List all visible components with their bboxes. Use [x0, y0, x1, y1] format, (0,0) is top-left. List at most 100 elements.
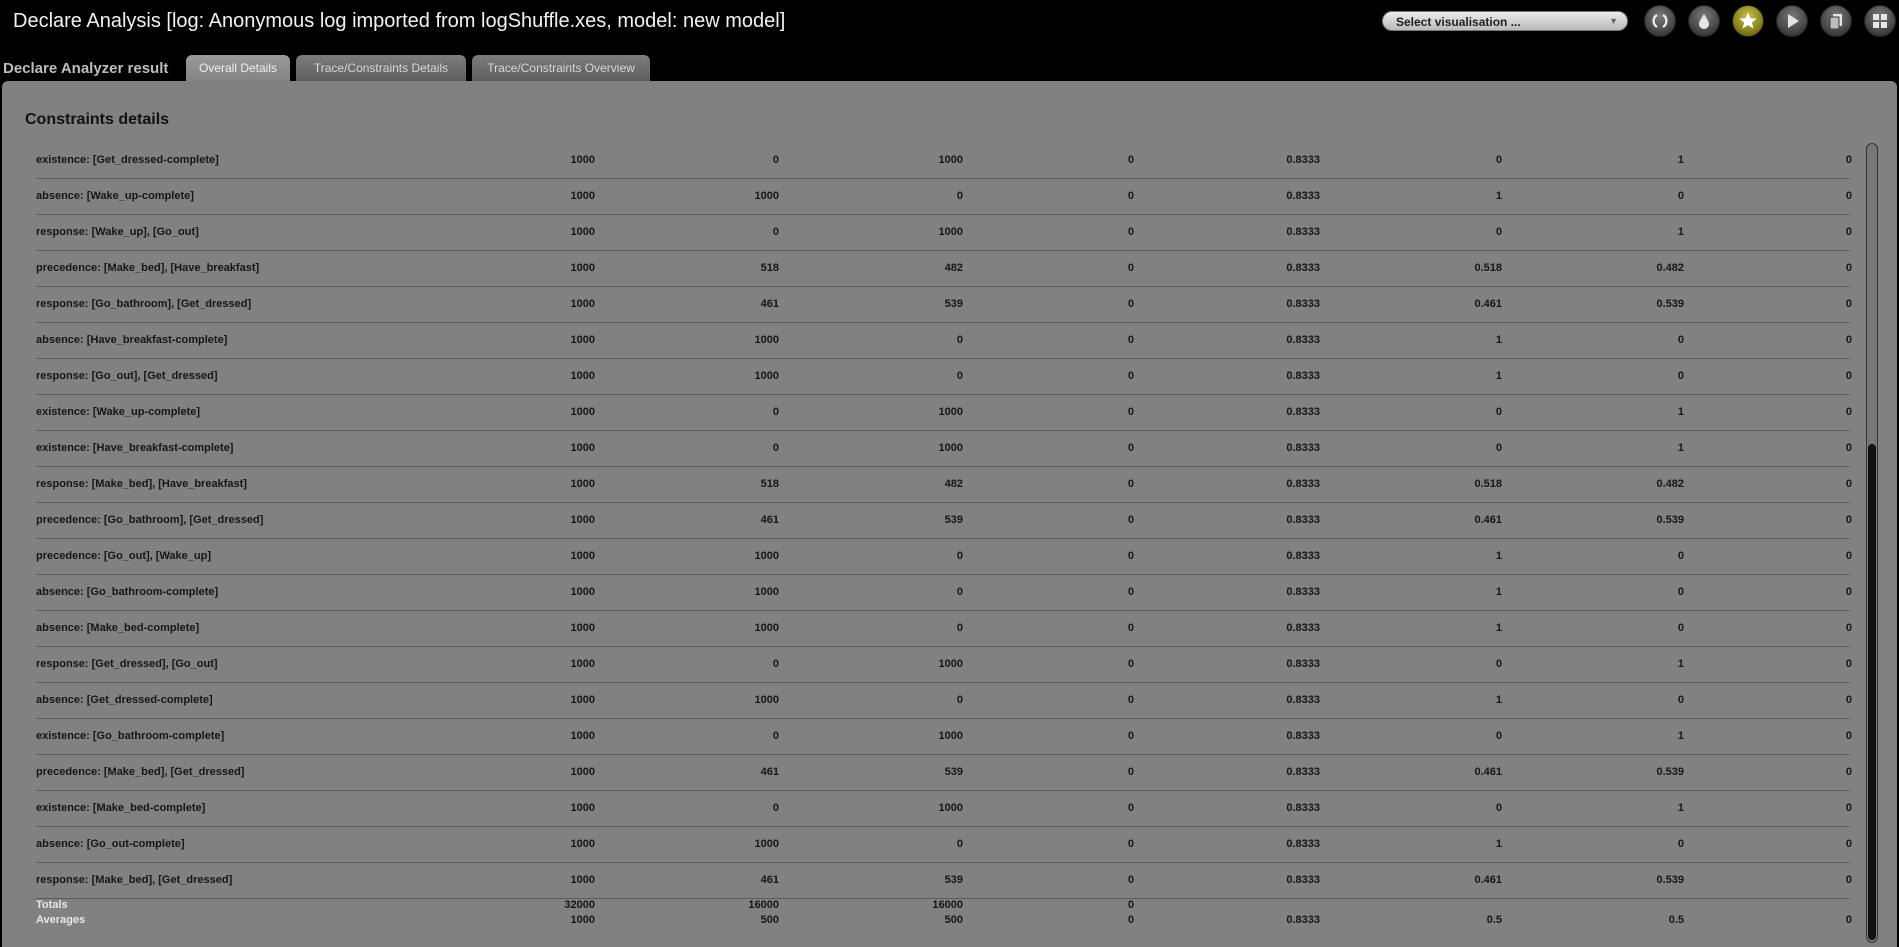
table-cell: 0: [1127, 442, 1134, 454]
drop-button[interactable]: [1688, 5, 1720, 37]
scrollbar-thumb[interactable]: [1868, 444, 1876, 940]
table-cell: 461: [760, 298, 779, 310]
table-cell: 0.461: [1474, 874, 1502, 886]
table-cell: 0: [1127, 514, 1134, 526]
table-cell: 0: [1845, 298, 1852, 310]
table-row[interactable]: response: [Make_bed], [Get_dressed] 1000 4…: [2, 863, 1862, 899]
table-row[interactable]: precedence: [Go_out], [Wake_up] 1000 1000 0…: [2, 539, 1862, 575]
table-cell: 1000: [754, 370, 779, 382]
table-cell: 1000: [570, 514, 595, 526]
table-row[interactable]: absence: [Go_out-complete] 1000 1000 0 0 0.83…: [2, 827, 1862, 863]
table-cell: 0.8333: [1286, 406, 1320, 418]
constraint-name: absence: [Wake_up-complete]: [36, 190, 194, 202]
table-cell: 1000: [938, 442, 963, 454]
table-cell: 0: [1127, 766, 1134, 778]
table-row[interactable]: precedence: [Make_bed], [Have_breakfast]…: [2, 251, 1862, 287]
star-button[interactable]: [1732, 5, 1764, 37]
table-cell: 0: [1845, 478, 1852, 490]
table-row[interactable]: precedence: [Go_bathroom], [Get_dressed]…: [2, 503, 1862, 539]
table-cell: 0.8333: [1286, 586, 1320, 598]
table-cell: 0.8333: [1286, 154, 1320, 166]
table-cell: 0: [772, 658, 779, 670]
table-row[interactable]: existence: [Wake_up-complete] 1000 0 1000 0 0…: [2, 395, 1862, 431]
table-cell: 0.518: [1474, 478, 1502, 490]
table-row[interactable]: absence: [Have_breakfast-complete] 1000 10…: [2, 323, 1862, 359]
table-cell: 1000: [570, 298, 595, 310]
constraints-panel: Constraints details existence: [Get_dres…: [2, 81, 1897, 947]
table-row[interactable]: existence: [Have_breakfast-complete] 1000…: [2, 431, 1862, 467]
table-cell: 0: [1127, 694, 1134, 706]
table-cell: 1000: [754, 694, 779, 706]
table-cell: 0: [1677, 370, 1684, 382]
totals-value: 16000: [932, 899, 963, 911]
table-cell: 0: [1677, 550, 1684, 562]
table-cell: 0.8333: [1286, 478, 1320, 490]
table-cell: 0: [772, 802, 779, 814]
table-cell: 1000: [570, 334, 595, 346]
table-row[interactable]: response: [Wake_up], [Go_out] 1000 0 1000 0 0…: [2, 215, 1862, 251]
table-cell: 1: [1677, 730, 1684, 742]
table-cell: 0: [1677, 622, 1684, 634]
refresh-button[interactable]: [1644, 5, 1676, 37]
table-row[interactable]: response: [Get_dressed], [Go_out] 1000 0 10…: [2, 647, 1862, 683]
table-cell: 0: [1845, 658, 1852, 670]
table-cell: 0: [1127, 622, 1134, 634]
table-cell: 482: [944, 478, 963, 490]
table-cell: 0.539: [1656, 514, 1684, 526]
table-cell: 1: [1495, 838, 1502, 850]
constraint-name: absence: [Have_breakfast-complete]: [36, 334, 228, 346]
tab-overall-details[interactable]: Overall Details: [186, 55, 290, 81]
table-row[interactable]: response: [Go_bathroom], [Get_dressed] 10…: [2, 287, 1862, 323]
table-row[interactable]: response: [Go_out], [Get_dressed] 1000 100…: [2, 359, 1862, 395]
totals-value: 16000: [748, 899, 779, 911]
table-cell: 0.461: [1474, 298, 1502, 310]
table-cell: 518: [760, 262, 779, 274]
table-row[interactable]: absence: [Wake_up-complete] 1000 1000 0 0 0.8…: [2, 179, 1862, 215]
play-button[interactable]: [1776, 5, 1808, 37]
copy-button[interactable]: [1820, 5, 1852, 37]
section-title: Constraints details: [25, 111, 170, 128]
table-cell: 0: [1677, 190, 1684, 202]
vertical-scrollbar[interactable]: [1866, 143, 1878, 943]
table-cell: 1000: [754, 334, 779, 346]
table-cell: 1000: [570, 874, 595, 886]
table-cell: 1000: [570, 406, 595, 418]
constraint-name: existence: [Get_dressed-complete]: [36, 154, 219, 166]
table-row[interactable]: absence: [Make_bed-complete] 1000 1000 0 0 0.…: [2, 611, 1862, 647]
table-row[interactable]: existence: [Get_dressed-complete] 1000 0 10…: [2, 143, 1862, 179]
table-cell: 0: [1677, 586, 1684, 598]
table-cell: 0: [1495, 658, 1502, 670]
table-cell: 1000: [570, 370, 595, 382]
averages-value: 500: [760, 914, 779, 926]
constraint-name: response: [Make_bed], [Have_breakfast]: [36, 478, 247, 490]
table-cell: 0.8333: [1286, 874, 1320, 886]
constraint-name: absence: [Make_bed-complete]: [36, 622, 200, 634]
table-cell: 0: [1495, 226, 1502, 238]
table-cell: 0: [1495, 802, 1502, 814]
table-cell: 0.8333: [1286, 298, 1320, 310]
table-cell: 1: [1495, 694, 1502, 706]
table-row[interactable]: precedence: [Make_bed], [Get_dressed] 100…: [2, 755, 1862, 791]
table-cell: 0: [1677, 694, 1684, 706]
table-cell: 461: [760, 514, 779, 526]
table-cell: 1000: [570, 802, 595, 814]
tab-trace-constraints-details[interactable]: Trace/Constraints Details: [296, 55, 466, 81]
averages-label: Averages: [36, 914, 86, 926]
table-cell: 1000: [938, 730, 963, 742]
tab-trace-constraints-overview[interactable]: Trace/Constraints Overview: [472, 55, 650, 81]
table-cell: 0.518: [1474, 262, 1502, 274]
table-cell: 1: [1677, 406, 1684, 418]
table-row[interactable]: response: [Make_bed], [Have_breakfast] 10…: [2, 467, 1862, 503]
table-row[interactable]: existence: [Make_bed-complete] 1000 0 1000 0…: [2, 791, 1862, 827]
table-row[interactable]: existence: [Go_bathroom-complete] 1000 0 10…: [2, 719, 1862, 755]
table-cell: 0: [1127, 262, 1134, 274]
table-cell: 0.8333: [1286, 190, 1320, 202]
table-row[interactable]: absence: [Get_dressed-complete] 1000 1000 0…: [2, 683, 1862, 719]
visualisation-select[interactable]: Select visualisation ... ▼: [1382, 11, 1628, 31]
grid-button[interactable]: [1864, 5, 1896, 37]
table-row[interactable]: absence: [Go_bathroom-complete] 1000 1000 0…: [2, 575, 1862, 611]
table-cell: 0.8333: [1286, 262, 1320, 274]
table-cell: 0: [1845, 550, 1852, 562]
table-cell: 1000: [570, 586, 595, 598]
table-cell: 0: [956, 190, 963, 202]
